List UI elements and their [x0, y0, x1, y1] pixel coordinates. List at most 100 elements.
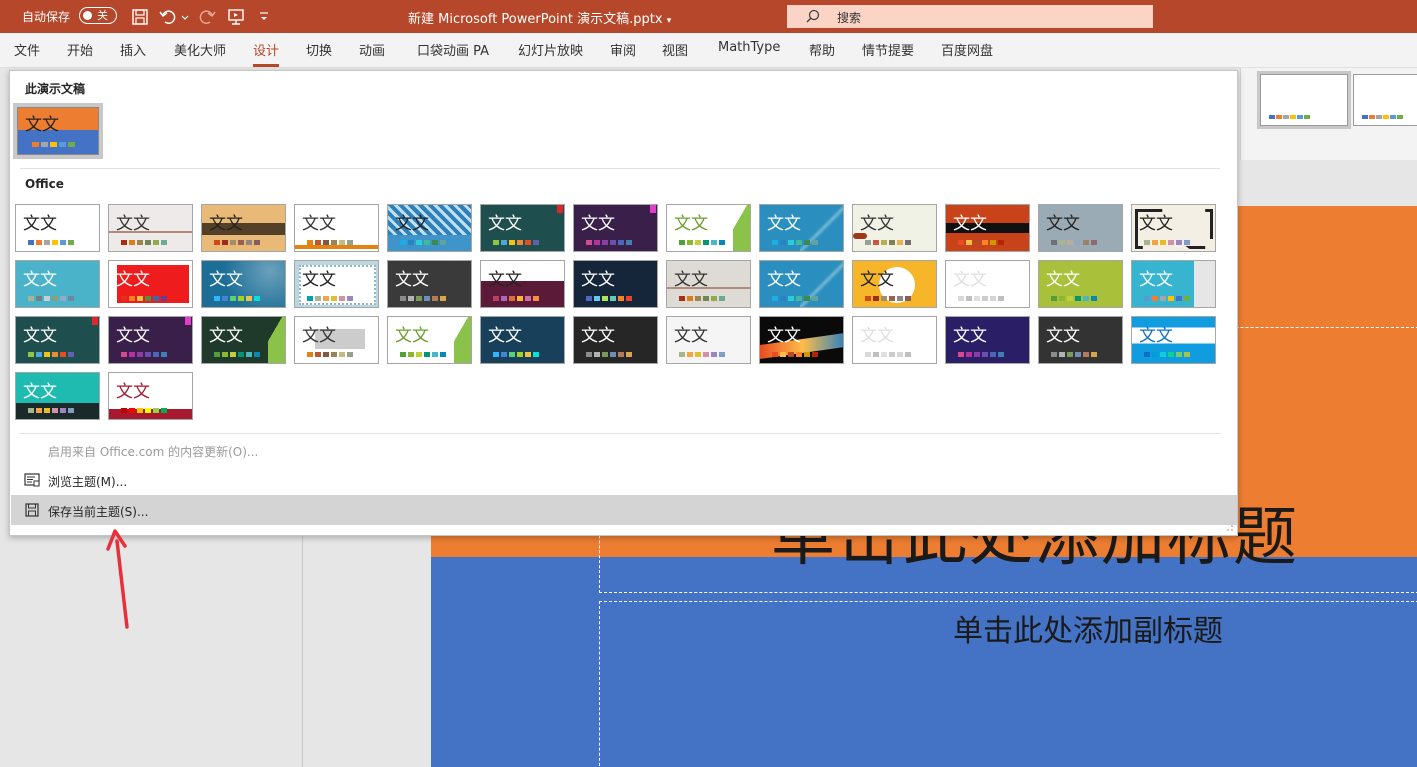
- office-theme-item[interactable]: 文文: [573, 204, 658, 252]
- office-theme-item[interactable]: 文文: [15, 260, 100, 308]
- office-theme-item[interactable]: 文文: [666, 316, 751, 364]
- office-theme-item[interactable]: 文文: [1038, 316, 1123, 364]
- office-theme-item[interactable]: 文文: [15, 204, 100, 252]
- office-theme-item[interactable]: 文文: [1038, 204, 1123, 252]
- color-swatch: [1176, 352, 1182, 357]
- office-theme-item[interactable]: 文文: [945, 260, 1030, 308]
- color-swatch: [432, 240, 438, 245]
- office-theme-item[interactable]: 文文: [108, 372, 193, 420]
- tab-transitions[interactable]: 切换: [306, 40, 332, 59]
- office-theme-item[interactable]: 文文: [387, 316, 472, 364]
- office-theme-item[interactable]: 文文: [666, 204, 751, 252]
- customize-qat-icon[interactable]: [258, 7, 270, 27]
- theme-color-bars: [493, 296, 539, 301]
- autosave-toggle[interactable]: 关: [79, 7, 117, 24]
- office-theme-item[interactable]: 文文: [852, 204, 937, 252]
- tab-pocket-animation[interactable]: 口袋动画 PA: [417, 40, 489, 59]
- color-swatch: [230, 296, 236, 301]
- office-theme-item[interactable]: 文文: [201, 204, 286, 252]
- resize-grip-icon[interactable]: [1226, 524, 1234, 532]
- tab-beautify-master[interactable]: 美化大师: [174, 40, 226, 59]
- search-box[interactable]: 搜索: [787, 5, 1153, 28]
- office-theme-item[interactable]: 文文: [1131, 204, 1216, 252]
- redo-icon[interactable]: [197, 7, 217, 27]
- office-theme-item[interactable]: 文文: [387, 204, 472, 252]
- tab-mathtype[interactable]: MathType: [718, 40, 780, 55]
- office-theme-item[interactable]: 文文: [294, 204, 379, 252]
- theme-sample-text: 文文: [767, 270, 801, 290]
- theme-color-bars: [1362, 115, 1403, 119]
- color-swatch: [602, 352, 608, 357]
- office-theme-item[interactable]: 文文: [759, 316, 844, 364]
- office-theme-item[interactable]: 文文: [480, 260, 565, 308]
- office-theme-item[interactable]: 文文: [945, 204, 1030, 252]
- tab-file[interactable]: 文件: [14, 40, 40, 59]
- color-swatch: [517, 296, 523, 301]
- tab-baidu-netdisk[interactable]: 百度网盘: [941, 40, 993, 59]
- office-theme-item[interactable]: 文文: [15, 372, 100, 420]
- color-swatch: [1059, 352, 1065, 357]
- office-theme-item[interactable]: 文文: [108, 316, 193, 364]
- theme-color-bars: [679, 296, 725, 301]
- color-swatch: [1160, 352, 1166, 357]
- color-swatch: [1168, 296, 1174, 301]
- office-theme-item[interactable]: 文文: [759, 260, 844, 308]
- color-swatch: [618, 240, 624, 245]
- theme-sample-text: 文文: [953, 270, 987, 290]
- color-swatch: [1369, 115, 1375, 119]
- color-swatch: [1184, 352, 1190, 357]
- color-swatch: [440, 352, 446, 357]
- office-theme-item[interactable]: 文文: [480, 316, 565, 364]
- color-swatch: [347, 240, 353, 245]
- color-swatch: [982, 352, 988, 357]
- office-theme-item[interactable]: 文文: [945, 316, 1030, 364]
- office-theme-item[interactable]: 文文: [387, 260, 472, 308]
- office-theme-item[interactable]: 文文: [294, 316, 379, 364]
- office-theme-item[interactable]: 文文: [852, 260, 937, 308]
- office-theme-item[interactable]: 文文: [294, 260, 379, 308]
- office-theme-item[interactable]: 文文: [1131, 260, 1216, 308]
- office-theme-item[interactable]: 文文: [201, 316, 286, 364]
- office-theme-item[interactable]: 文文: [1038, 260, 1123, 308]
- color-swatch: [1269, 115, 1275, 119]
- undo-icon[interactable]: [158, 7, 178, 27]
- office-theme-item[interactable]: 文文: [666, 260, 751, 308]
- office-theme-item[interactable]: 文文: [1131, 316, 1216, 364]
- theme-decoration: [454, 317, 471, 363]
- document-title[interactable]: 新建 Microsoft PowerPoint 演示文稿.pptx ▾: [408, 8, 671, 27]
- office-theme-item[interactable]: 文文: [108, 204, 193, 252]
- tab-slideshow[interactable]: 幻灯片放映: [518, 40, 583, 59]
- save-current-theme-item[interactable]: 保存当前主题(S)...: [11, 495, 1237, 525]
- theme-sample-text: 文文: [1046, 270, 1080, 290]
- office-theme-item[interactable]: 文文: [852, 316, 937, 364]
- current-theme-item[interactable]: 文文: [13, 103, 103, 159]
- theme-color-bars: [865, 352, 911, 357]
- theme-sample-text: 文文: [488, 270, 522, 290]
- color-swatch: [153, 296, 159, 301]
- tab-storyboard[interactable]: 情节提要: [862, 40, 914, 59]
- color-swatch: [897, 352, 903, 357]
- tab-help[interactable]: 帮助: [809, 40, 835, 59]
- tab-home[interactable]: 开始: [67, 40, 93, 59]
- tab-view[interactable]: 视图: [662, 40, 688, 59]
- color-swatch: [812, 352, 818, 357]
- office-theme-item[interactable]: 文文: [759, 204, 844, 252]
- ribbon-theme-thumb-office[interactable]: [1257, 71, 1351, 129]
- present-icon[interactable]: [226, 7, 246, 27]
- undo-dropdown-icon[interactable]: [181, 7, 189, 27]
- tab-insert[interactable]: 插入: [120, 40, 146, 59]
- office-theme-item[interactable]: 文文: [573, 260, 658, 308]
- office-theme-item[interactable]: 文文: [201, 260, 286, 308]
- office-theme-item[interactable]: 文文: [15, 316, 100, 364]
- tab-animations[interactable]: 动画: [359, 40, 385, 59]
- tab-review[interactable]: 审阅: [610, 40, 636, 59]
- ribbon-theme-thumb-2[interactable]: [1353, 74, 1417, 126]
- office-theme-item[interactable]: 文文: [480, 204, 565, 252]
- color-swatch: [214, 240, 220, 245]
- office-theme-item[interactable]: 文文: [108, 260, 193, 308]
- office-theme-item[interactable]: 文文: [573, 316, 658, 364]
- color-swatch: [501, 352, 507, 357]
- browse-themes-item[interactable]: 浏览主题(M)...: [11, 465, 1237, 495]
- tab-design[interactable]: 设计: [253, 40, 280, 67]
- save-icon[interactable]: [130, 7, 150, 27]
